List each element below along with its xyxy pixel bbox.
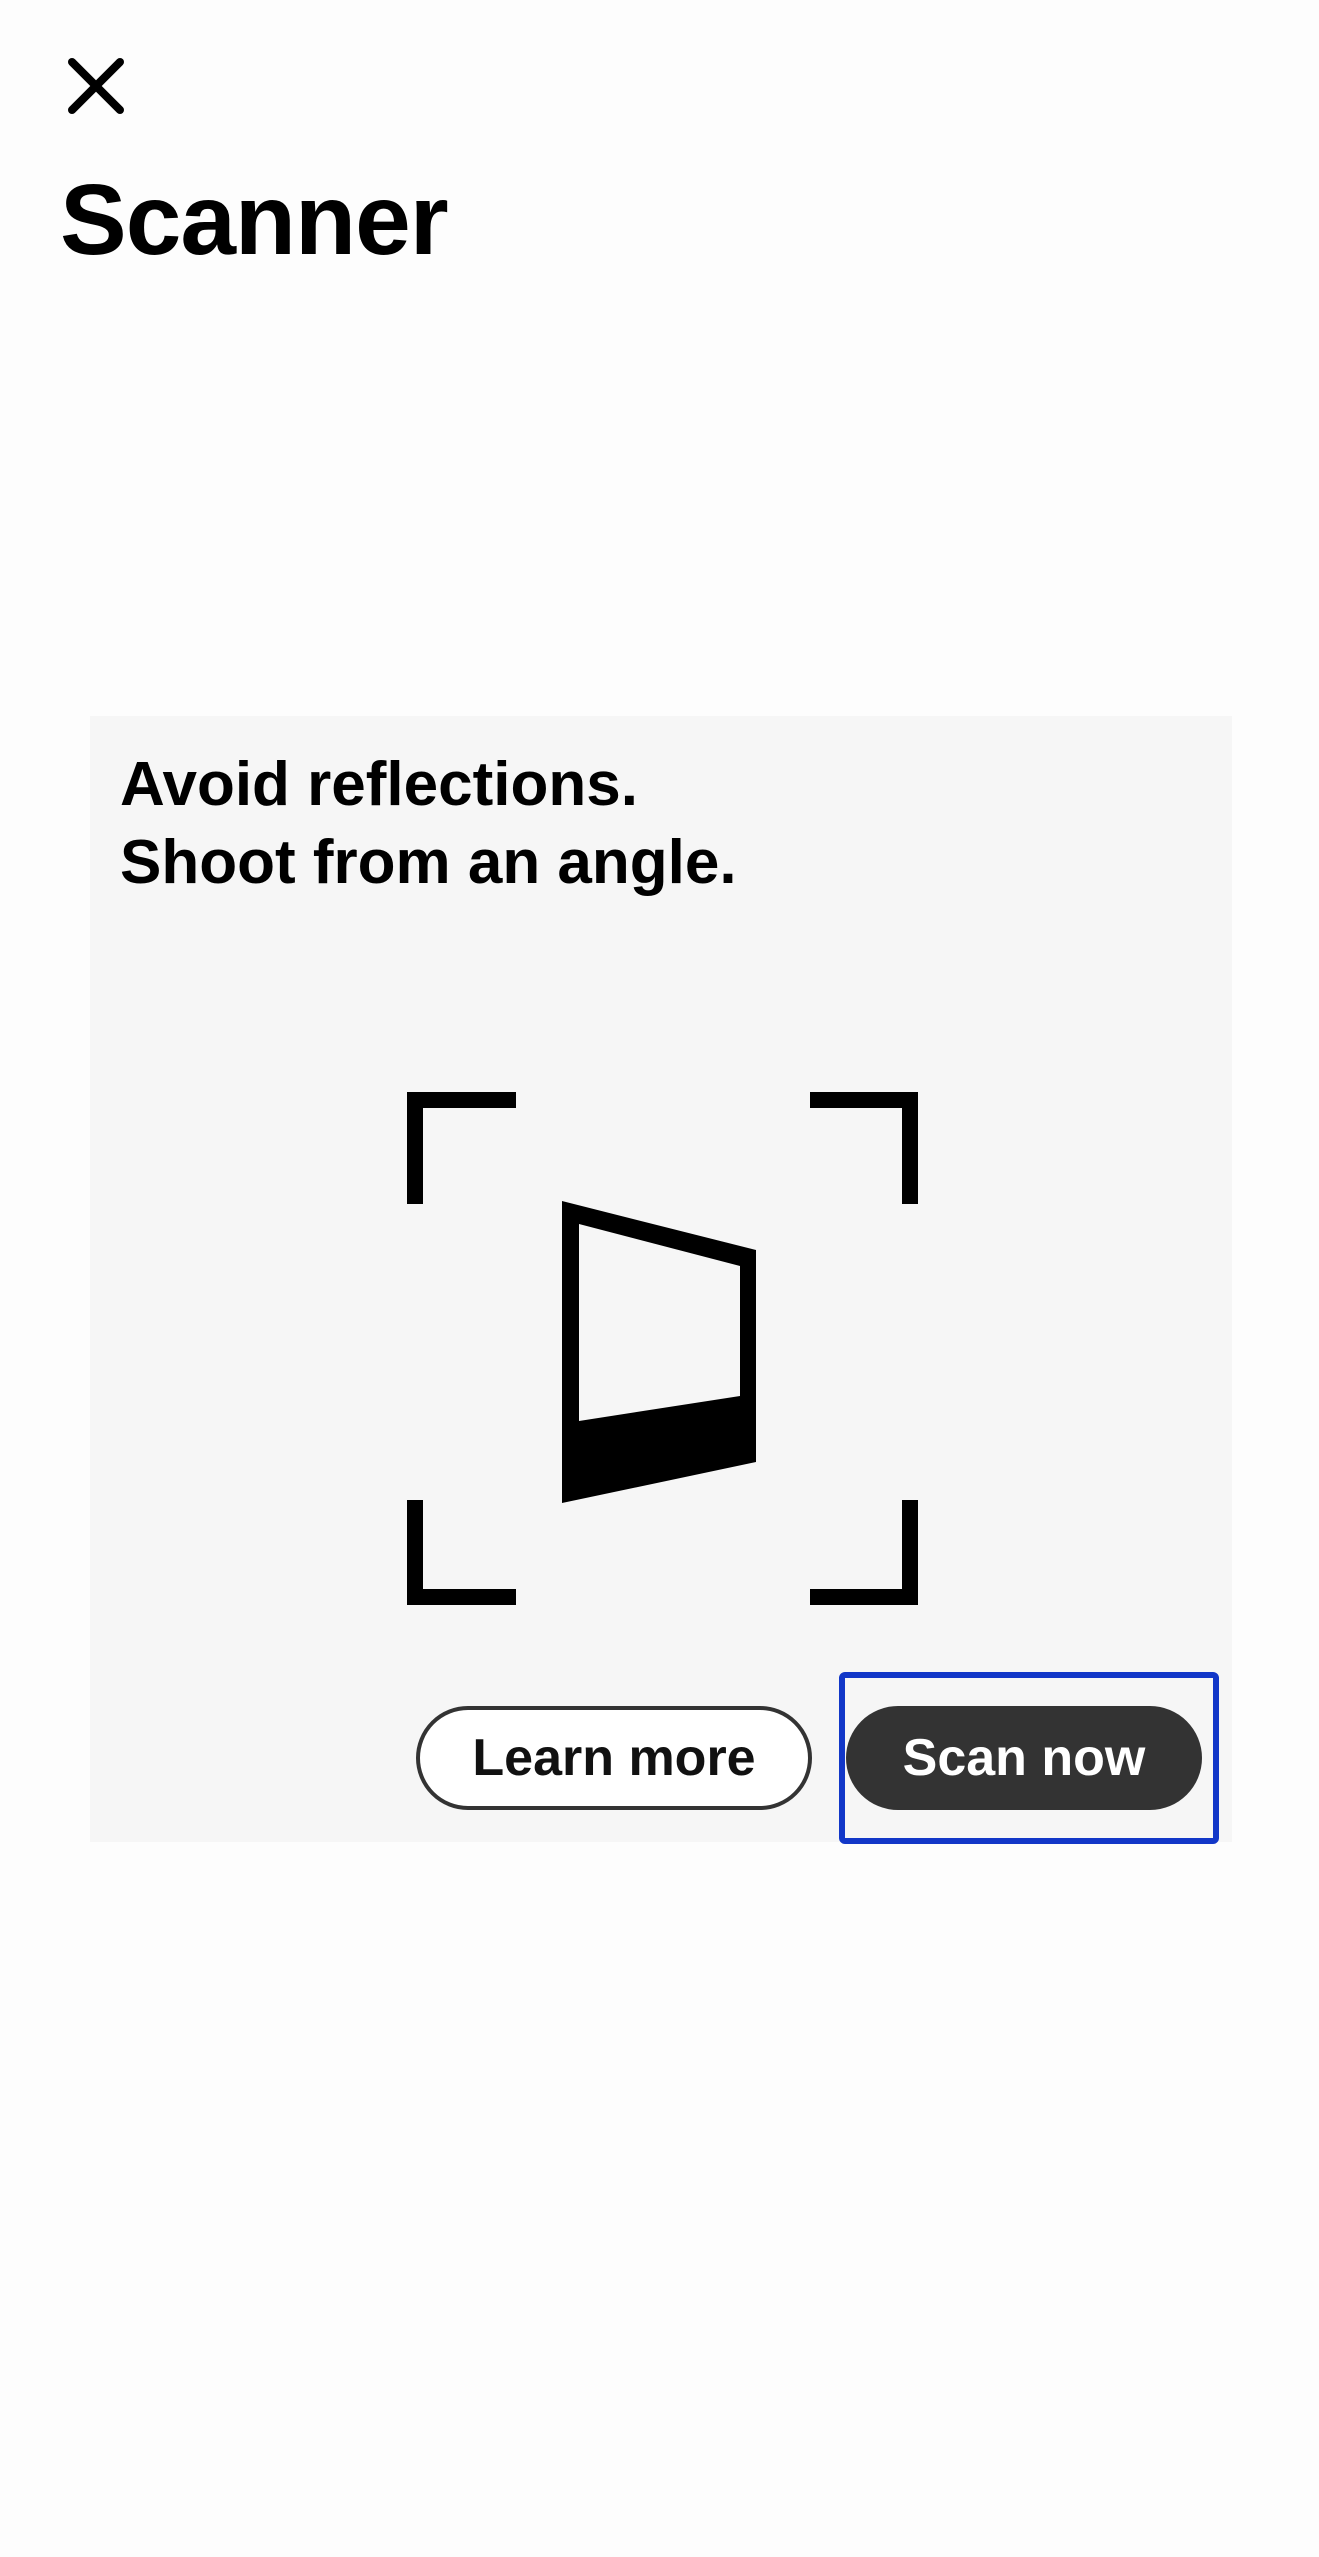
angled-document-in-viewfinder-icon — [407, 1092, 918, 1605]
scan-now-button[interactable]: Scan now — [846, 1706, 1202, 1810]
close-icon — [68, 58, 124, 114]
page-title: Scanner — [60, 164, 449, 276]
tilted-document-icon — [562, 1201, 756, 1503]
scan-tip-card: Avoid reflections. Shoot from an angle. … — [90, 716, 1232, 1844]
close-button[interactable] — [48, 38, 144, 134]
learn-more-button[interactable]: Learn more — [416, 1706, 812, 1810]
